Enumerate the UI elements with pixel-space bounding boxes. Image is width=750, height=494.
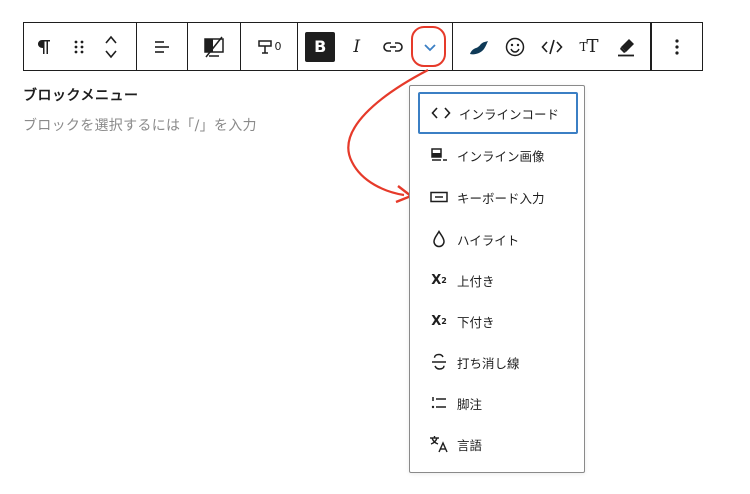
block-controls-group: [24, 23, 137, 70]
superscript-icon: X2: [428, 273, 450, 288]
menu-item-label: インライン画像: [457, 148, 545, 164]
plugin-group: TT: [453, 23, 651, 70]
inline-image-icon: [428, 147, 450, 163]
menu-item-label: 脚注: [457, 396, 483, 412]
drag-handle-icon[interactable]: [64, 23, 94, 70]
superscript-mark: 2: [441, 275, 447, 285]
highlighter-icon[interactable]: [611, 23, 641, 70]
callout-arrow: [347, 69, 429, 204]
italic-button[interactable]: I: [342, 23, 372, 70]
menu-item-label: 下付き: [457, 314, 495, 330]
link-icon[interactable]: [378, 23, 408, 70]
bold-button[interactable]: B: [305, 31, 336, 62]
format-dropdown-menu: インラインコード インライン画像 キーボード入力 ハイライト X2 上付き X2…: [409, 85, 585, 473]
block-toolbar: 0 B I TT: [23, 22, 703, 71]
code-icon[interactable]: [537, 23, 567, 70]
chevron-down-icon: [424, 43, 436, 51]
paragraph-icon[interactable]: [24, 23, 64, 70]
emoji-icon[interactable]: [500, 23, 530, 70]
marker-count-button[interactable]: 0: [241, 23, 297, 70]
footnote-icon: [428, 395, 450, 411]
menu-item-label: ハイライト: [457, 232, 520, 248]
menu-item-footnote[interactable]: 脚注: [418, 382, 578, 424]
menu-item-keyboard-input[interactable]: キーボード入力: [418, 176, 578, 218]
options-group: [651, 23, 702, 70]
visibility-group: [188, 23, 241, 70]
menu-item-language[interactable]: 言語: [418, 423, 578, 465]
menu-item-superscript[interactable]: X2 上付き: [418, 259, 578, 301]
text-size-large-glyph: T: [586, 36, 599, 57]
menu-item-label: 打ち消し線: [457, 355, 520, 371]
menu-item-inline-code[interactable]: インラインコード: [418, 92, 578, 134]
subscript-mark: 2: [441, 316, 447, 326]
block-title: ブロックメニュー: [23, 88, 139, 104]
inline-code-icon: [430, 107, 452, 119]
menu-item-inline-image[interactable]: インライン画像: [418, 134, 578, 176]
menu-item-subscript[interactable]: X2 下付き: [418, 300, 578, 342]
block-placeholder[interactable]: ブロックを選択するには「/」を入力: [23, 115, 257, 135]
align-group: [137, 23, 188, 70]
menu-item-label: インラインコード: [459, 106, 560, 122]
keyboard-icon: [428, 191, 450, 203]
move-up-down-icon[interactable]: [94, 23, 128, 70]
menu-item-highlight[interactable]: ハイライト: [418, 218, 578, 260]
superscript-glyph: X: [431, 272, 442, 288]
format-group: B I: [298, 23, 453, 70]
menu-item-strikethrough[interactable]: 打ち消し線: [418, 341, 578, 383]
text-size-small-glyph: T: [579, 39, 587, 54]
highlight-group: 0: [241, 23, 298, 70]
strikethrough-icon: [428, 353, 450, 371]
subscript-icon: X2: [428, 314, 450, 329]
hide-on-device-icon[interactable]: [188, 23, 240, 70]
highlight-count: 0: [274, 40, 282, 53]
options-menu-icon[interactable]: [652, 23, 702, 70]
align-left-icon[interactable]: [137, 23, 187, 70]
menu-item-label: 言語: [457, 437, 483, 453]
droplet-icon: [428, 230, 450, 248]
text-size-icon[interactable]: TT: [574, 23, 604, 70]
menu-item-label: キーボード入力: [457, 190, 545, 206]
menu-item-label: 上付き: [457, 273, 495, 289]
language-icon: [428, 435, 450, 453]
more-formats-dropdown[interactable]: [415, 23, 445, 70]
subscript-glyph: X: [431, 313, 442, 329]
brand-plugin-icon[interactable]: [463, 23, 493, 70]
